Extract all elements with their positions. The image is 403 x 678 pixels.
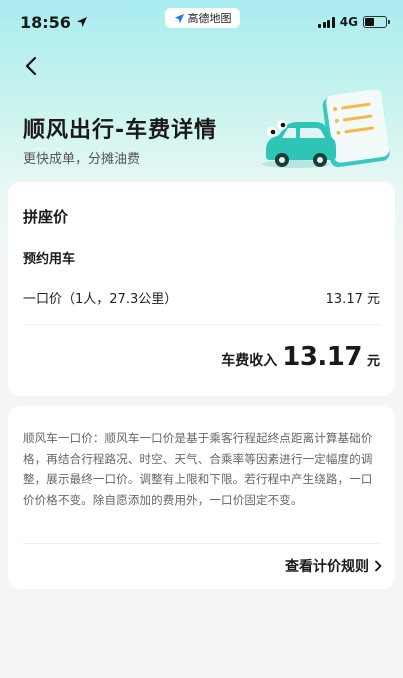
chevron-right-icon <box>375 560 382 572</box>
income-row: 车费收入 13.17 元 <box>221 342 380 372</box>
rules-link-label: 查看计价规则 <box>285 559 369 575</box>
network-type: 4G <box>339 15 358 29</box>
battery-fill <box>365 18 374 26</box>
divider <box>23 543 380 544</box>
fare-value: 13.17 元 <box>325 292 380 307</box>
fare-row: 一口价（1人，27.3公里） 13.17 元 <box>23 288 380 307</box>
seat-price-title: 拼座价 <box>23 208 69 226</box>
battery-icon <box>363 16 390 28</box>
page-title: 顺风出行-车费详情 <box>23 118 218 143</box>
map-app-icon <box>174 13 184 23</box>
app-switch-pill[interactable]: 高德地图 <box>165 8 240 28</box>
income-label: 车费收入 <box>221 353 278 369</box>
back-arrow-icon <box>25 56 37 76</box>
app-pill-label: 高德地图 <box>187 12 232 25</box>
location-arrow-icon <box>76 17 87 27</box>
fare-label: 一口价（1人，27.3公里） <box>23 292 178 307</box>
status-time: 18:56 <box>20 13 88 32</box>
status-time-text: 18:56 <box>20 12 71 32</box>
view-pricing-rules-link[interactable]: 查看计价规则 <box>285 556 383 576</box>
pricing-info-card: 顺风车一口价：顺风车一口价是基于乘客行程起终点距离计算基础价格，再结合行程路况、… <box>8 406 395 589</box>
page-subtitle: 更快成单，分摊油费 <box>23 152 141 167</box>
price-card: 拼座价 预约用车 一口价（1人，27.3公里） 13.17 元 车费收入 13.… <box>8 182 395 396</box>
booking-type-label: 预约用车 <box>23 252 76 267</box>
income-amount: 13.17 <box>282 342 362 372</box>
divider <box>23 324 380 325</box>
income-unit: 元 <box>366 354 380 369</box>
status-indicators: 4G <box>318 15 390 29</box>
pricing-description: 顺风车一口价：顺风车一口价是基于乘客行程起终点距离计算基础价格，再结合行程路况、… <box>23 431 373 507</box>
back-button[interactable] <box>16 50 48 82</box>
signal-icon <box>318 16 335 28</box>
car-illustration <box>262 89 390 168</box>
